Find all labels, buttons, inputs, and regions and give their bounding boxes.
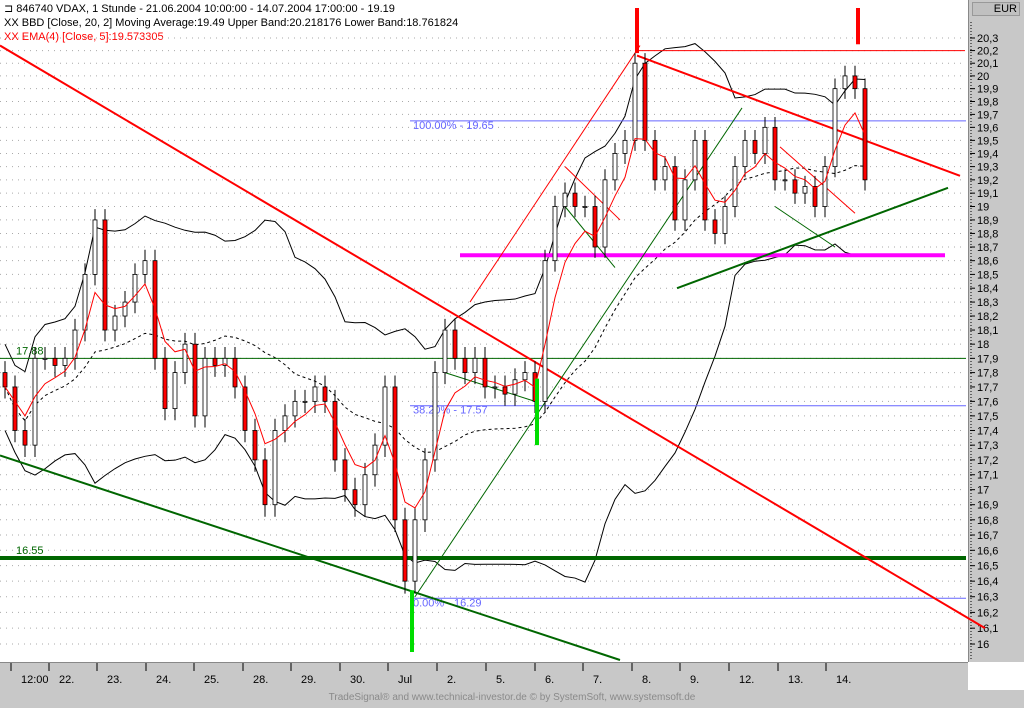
chart-title: ⊐ 846740 VDAX, 1 Stunde - 21.06.2004 10:… [4,3,395,15]
legend-prefix: XX [4,31,19,43]
chart-plot-area[interactable] [0,0,969,662]
legend-prefix: XX [4,17,19,29]
bbd-legend-text: BBD [Close, 20, 2] Moving Average:19.49 … [21,17,459,29]
ema-legend-text: EMA(4) [Close, 5]:19.573305 [21,31,164,43]
bbd-legend[interactable]: XX BBD [Close, 20, 2] Moving Average:19.… [4,17,458,29]
currency-label: EUR [972,2,1020,16]
title-text: 846740 VDAX, 1 Stunde - 21.06.2004 10:00… [16,3,395,15]
price-axis[interactable] [969,0,1024,662]
time-axis[interactable] [0,662,968,691]
symbol-icon: ⊐ [4,3,17,15]
footer-credit: TradeSignal® and www.technical-investor.… [0,690,1024,708]
ema-legend[interactable]: XX EMA(4) [Close, 5]:19.573305 [4,31,164,43]
